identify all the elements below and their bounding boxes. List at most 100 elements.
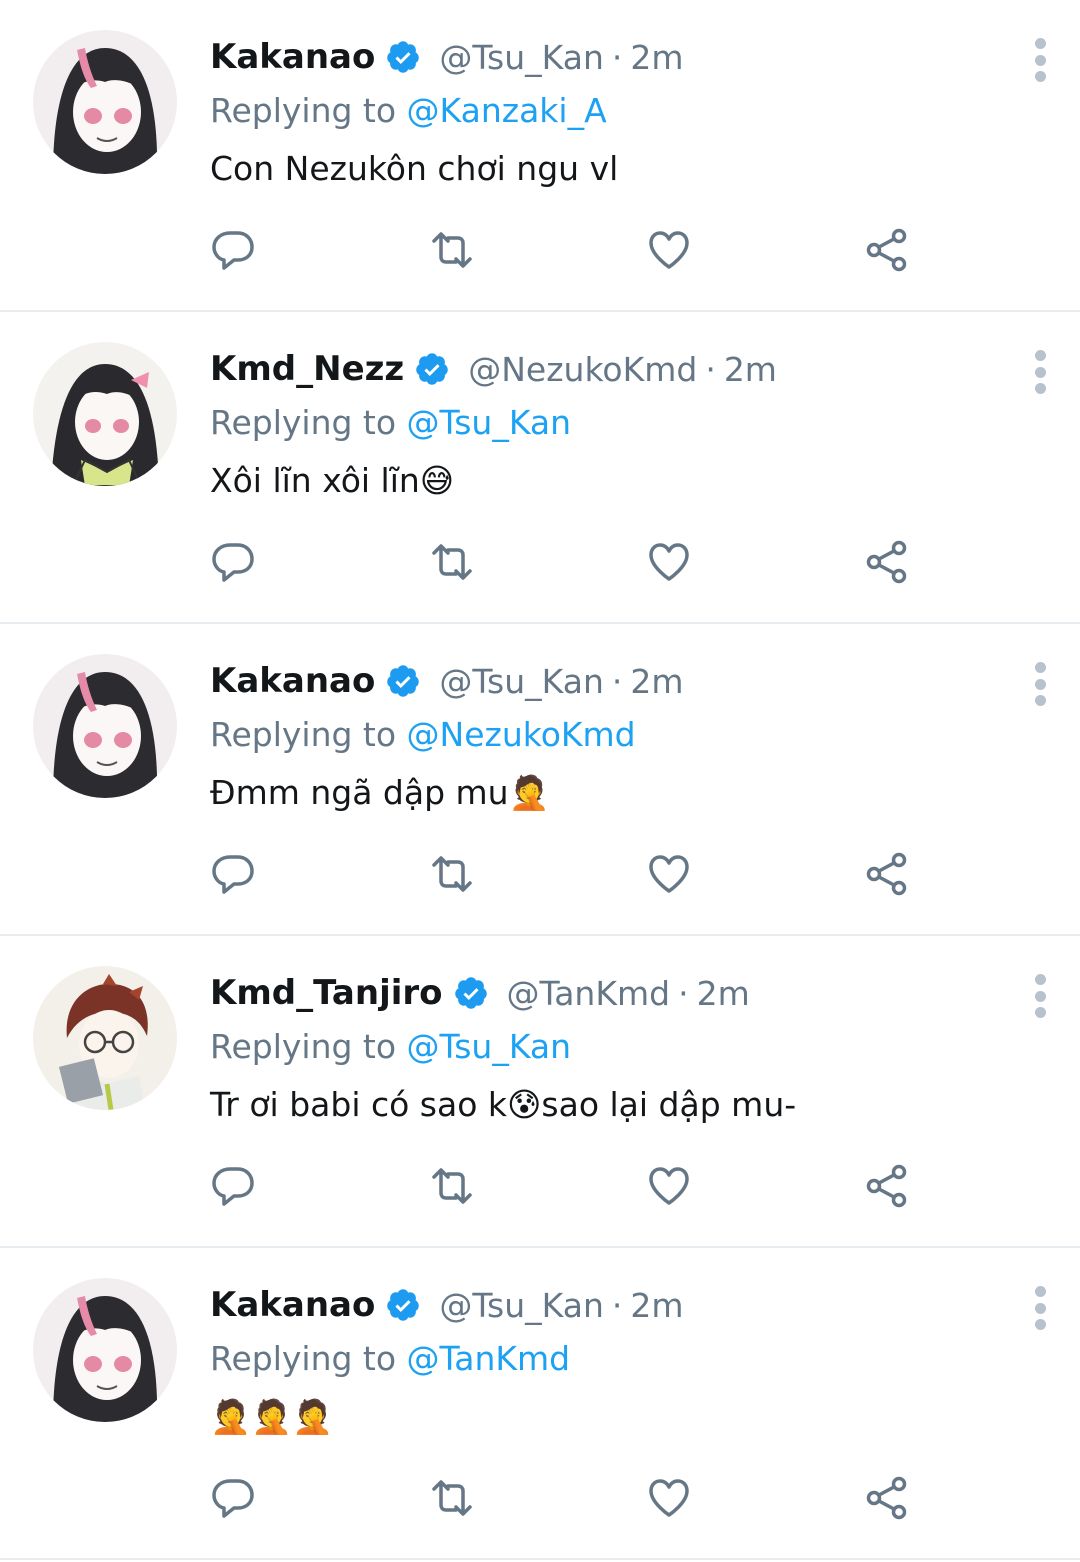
tweet-content: Kmd_Tanjiro @TanKmd · 2m Replying to @Ts…: [210, 968, 1000, 1128]
like-button[interactable]: [645, 226, 693, 274]
tweet-text: Xôi lĩn xôi lĩn😅: [210, 461, 455, 500]
timestamp[interactable]: 2m: [630, 662, 683, 701]
replying-to-label: Replying to: [210, 1027, 397, 1066]
avatar[interactable]: [33, 966, 177, 1110]
retweet-button[interactable]: [428, 1474, 476, 1522]
share-button[interactable]: [863, 538, 911, 586]
display-name[interactable]: Kakanao: [210, 1285, 375, 1325]
display-name[interactable]: Kakanao: [210, 37, 375, 77]
retweet-button[interactable]: [428, 850, 476, 898]
tweet-header: Kakanao @Tsu_Kan · 2m: [210, 32, 1000, 82]
reply-button[interactable]: [210, 1162, 258, 1210]
reply-mention-link[interactable]: @TanKmd: [407, 1339, 571, 1378]
reply-mention-link[interactable]: @NezukoKmd: [407, 715, 636, 754]
share-button[interactable]: [863, 226, 911, 274]
tweet-actions: [210, 850, 930, 898]
retweet-icon: [432, 232, 472, 268]
tweet-actions: [210, 538, 930, 586]
user-handle[interactable]: @Tsu_Kan: [439, 38, 604, 77]
separator-dot: ·: [678, 973, 689, 1013]
retweet-button[interactable]: [428, 1162, 476, 1210]
tweet[interactable]: Kakanao @Tsu_Kan · 2m Replying to @Kanza…: [0, 0, 1080, 312]
share-icon: [866, 540, 907, 584]
reply-button[interactable]: [210, 538, 258, 586]
reply-mention-link[interactable]: @Tsu_Kan: [407, 403, 572, 442]
tweet[interactable]: Kmd_Tanjiro @TanKmd · 2m Replying to @Ts…: [0, 936, 1080, 1248]
tweet-content: Kakanao @Tsu_Kan · 2m Replying to @TanKm…: [210, 1280, 1000, 1440]
tweet[interactable]: Kakanao @Tsu_Kan · 2m Replying to @Nezuk…: [0, 624, 1080, 936]
share-icon: [866, 1476, 907, 1520]
reply-mention-link[interactable]: @Kanzaki_A: [407, 91, 607, 130]
reply-icon: [212, 855, 254, 894]
avatar[interactable]: [33, 654, 177, 798]
timestamp[interactable]: 2m: [697, 974, 750, 1013]
reply-button[interactable]: [210, 1474, 258, 1522]
user-handle[interactable]: @NezukoKmd: [468, 350, 697, 389]
more-options-icon[interactable]: [1030, 974, 1050, 1018]
share-icon: [866, 1164, 907, 1208]
reply-icon: [212, 543, 254, 582]
tweet-text: Con Nezukôn chơi ngu vl: [210, 149, 619, 188]
like-button[interactable]: [645, 850, 693, 898]
replying-to: Replying to @Tsu_Kan: [210, 400, 1000, 446]
anime-girl-avatar-icon: [33, 1278, 177, 1422]
replying-to: Replying to @NezukoKmd: [210, 712, 1000, 758]
more-options-icon[interactable]: [1030, 350, 1050, 394]
avatar[interactable]: [33, 1278, 177, 1422]
like-button[interactable]: [645, 1162, 693, 1210]
more-options-icon[interactable]: [1030, 1286, 1050, 1330]
share-button[interactable]: [863, 1474, 911, 1522]
replying-to: Replying to @Tsu_Kan: [210, 1024, 1000, 1070]
reply-button[interactable]: [210, 226, 258, 274]
reply-icon: [212, 1167, 254, 1206]
anime-girl-avatar-icon: [33, 654, 177, 798]
anime-boy-avatar-icon: [33, 966, 177, 1110]
more-options-icon[interactable]: [1030, 38, 1050, 82]
tweet[interactable]: Kmd_Nezz @NezukoKmd · 2m Replying to @Ts…: [0, 312, 1080, 624]
user-handle[interactable]: @Tsu_Kan: [439, 662, 604, 701]
share-icon: [866, 852, 907, 896]
retweet-icon: [432, 1168, 472, 1204]
avatar[interactable]: [33, 342, 177, 486]
retweet-button[interactable]: [428, 226, 476, 274]
separator-dot: ·: [705, 349, 716, 389]
like-button[interactable]: [645, 538, 693, 586]
tweet-actions: [210, 1162, 930, 1210]
avatar[interactable]: [33, 30, 177, 174]
tweet-header: Kakanao @Tsu_Kan · 2m: [210, 656, 1000, 706]
replying-to: Replying to @TanKmd: [210, 1336, 1000, 1382]
verified-badge-icon: [385, 663, 421, 699]
replying-to-label: Replying to: [210, 715, 397, 754]
retweet-icon: [432, 544, 472, 580]
tweet[interactable]: Kakanao @Tsu_Kan · 2m Replying to @TanKm…: [0, 1248, 1080, 1560]
reply-button[interactable]: [210, 850, 258, 898]
reply-mention-link[interactable]: @Tsu_Kan: [407, 1027, 572, 1066]
anime-girl-avatar-icon: [33, 342, 177, 486]
tweet-actions: [210, 226, 930, 274]
tweet-header: Kmd_Tanjiro @TanKmd · 2m: [210, 968, 1000, 1018]
user-handle[interactable]: @TanKmd: [507, 974, 671, 1013]
timestamp[interactable]: 2m: [630, 1286, 683, 1325]
display-name[interactable]: Kmd_Tanjiro: [210, 973, 443, 1013]
display-name[interactable]: Kmd_Nezz: [210, 349, 404, 389]
tweet-actions: [210, 1474, 930, 1522]
replying-to-label: Replying to: [210, 91, 397, 130]
retweet-icon: [432, 1480, 472, 1516]
heart-icon: [649, 855, 689, 893]
display-name[interactable]: Kakanao: [210, 661, 375, 701]
reply-icon: [212, 231, 254, 270]
heart-icon: [649, 543, 689, 581]
more-options-icon[interactable]: [1030, 662, 1050, 706]
share-button[interactable]: [863, 850, 911, 898]
retweet-icon: [432, 856, 472, 892]
retweet-button[interactable]: [428, 538, 476, 586]
share-button[interactable]: [863, 1162, 911, 1210]
separator-dot: ·: [611, 661, 623, 701]
separator-dot: ·: [611, 37, 623, 77]
reply-icon: [212, 1479, 254, 1518]
like-button[interactable]: [645, 1474, 693, 1522]
user-handle[interactable]: @Tsu_Kan: [439, 1286, 604, 1325]
timestamp[interactable]: 2m: [630, 38, 683, 77]
timestamp[interactable]: 2m: [724, 350, 777, 389]
tweet-text: 🤦🤦🤦: [210, 1397, 334, 1436]
